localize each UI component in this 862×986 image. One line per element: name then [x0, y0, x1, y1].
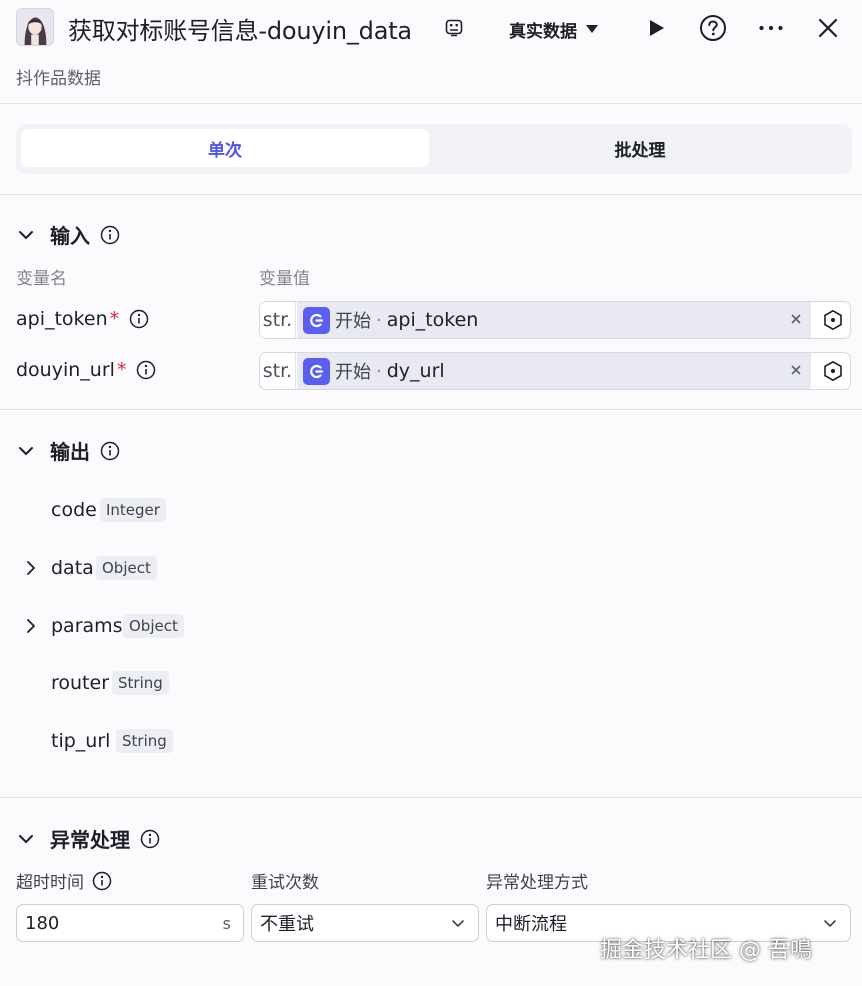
source-node-name: 开始	[335, 311, 371, 332]
close-icon	[818, 18, 838, 38]
chevron-right-icon[interactable]	[22, 559, 40, 577]
type-label: str.	[260, 353, 296, 389]
output-type-tag: String	[112, 671, 169, 695]
close-button[interactable]	[814, 14, 842, 42]
retry-value: 不重试	[260, 914, 314, 935]
output-section-title: 输出	[50, 440, 90, 464]
exception-section-title: 异常处理	[50, 828, 130, 852]
tab-batch[interactable]: 批处理	[436, 129, 844, 167]
output-field-name: code	[51, 499, 97, 521]
retry-select[interactable]: 不重试	[251, 904, 479, 942]
param-name-api-token: api_token *	[16, 308, 149, 330]
handling-label: 异常处理方式	[486, 873, 588, 893]
info-icon[interactable]	[140, 829, 160, 849]
retry-label: 重试次数	[251, 873, 319, 893]
output-type-tag: Integer	[100, 498, 166, 522]
column-variable-name: 变量名	[16, 269, 67, 289]
tab-single[interactable]: 单次	[21, 129, 429, 167]
run-mode-tabs: 单次 批处理	[16, 124, 852, 174]
timeout-label: 超时时间	[16, 868, 112, 893]
play-icon	[650, 20, 664, 36]
more-icon	[759, 25, 783, 31]
ref-separator: ·	[376, 360, 382, 382]
output-type-tag: Object	[96, 556, 157, 580]
param-label: douyin_url	[16, 359, 115, 381]
run-button[interactable]	[642, 14, 670, 42]
more-button[interactable]	[757, 14, 785, 42]
node-title: 获取对标账号信息-douyin_data	[68, 17, 412, 45]
column-variable-value: 变量值	[259, 269, 310, 289]
node-avatar	[16, 8, 54, 46]
tabs-divider	[0, 194, 862, 195]
source-variable-name: api_token	[386, 309, 479, 331]
output-field-name: router	[51, 672, 110, 694]
output-section-header: 输出	[16, 436, 120, 465]
chevron-down-icon[interactable]	[16, 225, 36, 245]
clear-button[interactable]	[787, 310, 805, 328]
chevron-right-icon[interactable]	[22, 617, 40, 635]
clear-icon	[791, 365, 801, 375]
info-icon[interactable]	[129, 309, 149, 329]
info-icon[interactable]	[136, 360, 156, 380]
chevron-down-icon[interactable]	[16, 829, 36, 849]
start-node-icon	[303, 306, 330, 334]
required-marker: *	[109, 308, 120, 330]
type-label: str.	[260, 302, 296, 338]
help-icon	[700, 15, 726, 41]
variable-reference[interactable]: 开始 · dy_url	[297, 353, 811, 389]
variable-picker-icon[interactable]	[822, 309, 844, 331]
data-mode-label: 真实数据	[509, 21, 577, 42]
clear-icon	[791, 314, 801, 324]
header-divider	[0, 103, 862, 104]
output-field-name: data	[51, 557, 94, 579]
handling-value: 中断流程	[495, 914, 567, 935]
variable-ref-field[interactable]: str. 开始 · api_token	[259, 301, 851, 339]
help-button[interactable]	[699, 14, 727, 42]
output-divider	[0, 797, 862, 798]
exception-section-header: 异常处理	[16, 824, 160, 853]
node-description: 抖作品数据	[16, 69, 101, 89]
timeout-label-text: 超时时间	[16, 873, 84, 893]
clear-button[interactable]	[787, 361, 805, 379]
info-icon[interactable]	[100, 225, 120, 245]
edit-icon[interactable]	[444, 18, 464, 38]
input-divider	[0, 409, 862, 410]
input-section-header: 输入	[16, 220, 120, 249]
info-icon[interactable]	[92, 871, 112, 891]
required-marker: *	[116, 359, 127, 381]
output-field-name: params	[51, 615, 123, 637]
variable-reference[interactable]: 开始 · api_token	[297, 302, 811, 338]
output-type-tag: Object	[123, 614, 184, 638]
watermark: 掘金技术社区 @ 吾鳴	[600, 938, 812, 963]
chevron-down-icon	[452, 920, 464, 927]
source-variable-name: dy_url	[386, 360, 445, 382]
variable-ref-field[interactable]: str. 开始 · dy_url	[259, 352, 851, 390]
node-header: 获取对标账号信息-douyin_data 真实数据	[0, 0, 862, 56]
start-node-icon	[303, 357, 330, 385]
timeout-value: 180	[25, 912, 60, 934]
info-icon[interactable]	[100, 441, 120, 461]
ref-separator: ·	[376, 309, 382, 331]
output-field-name: tip_url	[51, 730, 111, 752]
chevron-down-icon	[824, 920, 836, 927]
param-label: api_token	[16, 308, 108, 330]
data-mode-select[interactable]: 真实数据	[509, 17, 599, 42]
output-type-tag: String	[116, 729, 173, 753]
caret-down-icon	[586, 25, 598, 33]
timeout-unit: s	[222, 914, 231, 933]
input-section-title: 输入	[50, 224, 90, 248]
chevron-down-icon[interactable]	[16, 441, 36, 461]
timeout-input[interactable]: 180 s	[16, 904, 244, 942]
param-name-douyin-url: douyin_url *	[16, 359, 156, 381]
variable-picker-icon[interactable]	[822, 360, 844, 382]
source-node-name: 开始	[335, 362, 371, 383]
avatar-image	[17, 9, 53, 45]
